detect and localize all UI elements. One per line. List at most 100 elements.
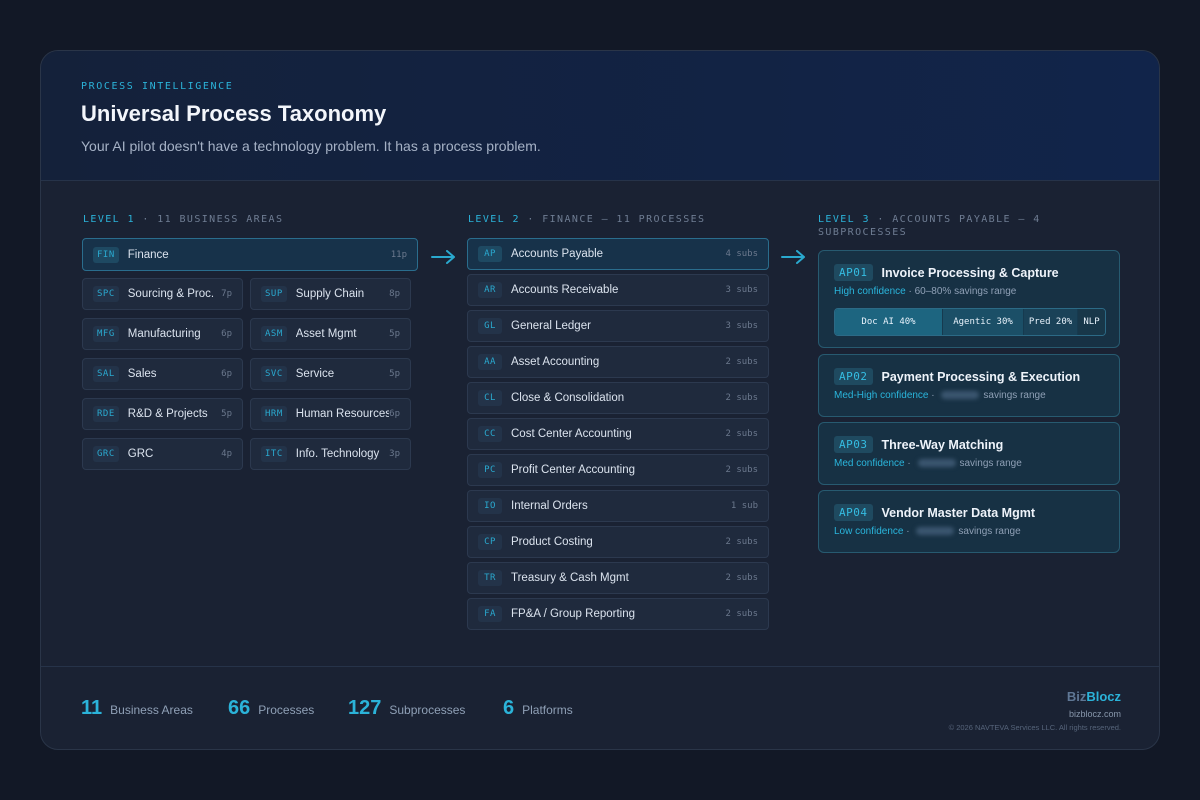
area-code: FIN [93,246,119,263]
level3-heading: LEVEL 3 · ACCOUNTS PAYABLE — 4 SUBPROCESS… [818,214,1041,238]
area-count: 6p [221,329,232,339]
process-label: Accounts Payable [511,248,604,260]
stat-processes: 66 Processes [228,697,315,719]
area-count: 8p [389,289,400,299]
page-title: Universal Process Taxonomy [81,101,387,126]
area-code: SVC [261,366,287,382]
process-label: General Ledger [511,320,591,332]
area-count: 4p [221,449,232,459]
stat-business-areas: 11 Business Areas [81,697,193,719]
process-item[interactable]: IO Internal Orders 1 sub [467,490,769,522]
page-subtitle: Your AI pilot doesn't have a technology … [81,138,541,154]
area-label: R&D & Projects [127,408,208,420]
subprocess-card[interactable]: AP03 Three-Way Matching Med confidence ·… [818,422,1120,485]
process-code: AA [478,354,502,370]
brand-url[interactable]: bizblocz.com [1069,709,1121,719]
process-code: FA [478,606,502,622]
business-area-item[interactable]: SAL Sales 6p [82,358,243,390]
area-label: Info. Technology [295,448,380,460]
process-count: 4 subs [725,249,758,259]
process-code: IO [478,498,502,514]
arrow-right-icon [781,250,805,264]
platform-segment: Doc AI 40% [835,309,943,335]
stat-subprocesses: 127 Subprocesses [348,697,466,719]
process-count: 3 subs [725,285,758,295]
business-area-item[interactable]: HRM Human Resources 6p [250,398,411,430]
confidence-line: Low confidence · savings range [834,526,1021,537]
redacted-range [917,459,956,468]
business-area-item[interactable]: ASM Asset Mgmt 5p [250,318,411,350]
process-item[interactable]: PC Profit Center Accounting 2 subs [467,454,769,486]
process-label: Close & Consolidation [511,392,625,404]
area-code: MFG [93,326,119,342]
area-label: Finance [127,248,169,261]
area-count: 3p [389,449,400,459]
business-area-item[interactable]: GRC GRC 4p [82,438,243,470]
confidence-line: High confidence · 60–80% savings range [834,286,1017,297]
area-count: 7p [221,289,232,299]
process-count: 1 sub [730,501,758,511]
redacted-range [916,527,955,536]
area-label: Human Resources [295,408,390,420]
business-area-item[interactable]: SVC Service 5p [250,358,411,390]
process-count: 2 subs [725,393,758,403]
platform-segment: Agentic 30% [943,309,1024,335]
taxonomy-card: PROCESS INTELLIGENCE Universal Process T… [40,50,1160,750]
process-code: CC [478,426,502,442]
process-item[interactable]: TR Treasury & Cash Mgmt 2 subs [467,562,769,594]
process-count: 2 subs [725,537,758,547]
process-item[interactable]: FA FP&A / Group Reporting 2 subs [467,598,769,630]
copyright: © 2026 NAVTEVA Services LLC. All rights … [948,723,1121,732]
platform-segment: Pred 20% [1024,309,1078,335]
arrow-right-icon [431,250,455,264]
process-item[interactable]: CL Close & Consolidation 2 subs [467,382,769,414]
process-code: PC [478,462,502,478]
process-item[interactable]: AA Asset Accounting 2 subs [467,346,769,378]
process-item[interactable]: CC Cost Center Accounting 2 subs [467,418,769,450]
process-count: 2 subs [725,573,758,583]
process-count: 2 subs [725,429,758,439]
stat-platforms: 6 Platforms [503,697,573,719]
process-item[interactable]: CP Product Costing 2 subs [467,526,769,558]
subprocess-code: AP02 [834,368,873,385]
confidence-line: Med-High confidence · savings range [834,390,1046,401]
process-label: Treasury & Cash Mgmt [511,572,629,584]
area-label: Asset Mgmt [295,328,357,340]
subprocess-name: Invoice Processing & Capture [881,265,1059,280]
process-item[interactable]: AR Accounts Receivable 3 subs [467,274,769,306]
process-label: Cost Center Accounting [511,428,632,440]
area-code: SUP [261,286,287,302]
area-label: GRC [127,448,154,460]
process-code: CL [478,390,502,406]
area-code: ITC [261,446,287,462]
process-item[interactable]: GL General Ledger 3 subs [467,310,769,342]
area-count: 5p [389,329,400,339]
business-area-item[interactable]: SUP Supply Chain 8p [250,278,411,310]
subprocess-card[interactable]: AP01 Invoice Processing & Capture High c… [818,250,1120,348]
process-item-accounts-payable[interactable]: AP Accounts Payable 4 subs [467,238,769,270]
area-label: Supply Chain [295,288,365,300]
business-area-item[interactable]: RDE R&D & Projects 5p [82,398,243,430]
business-area-finance[interactable]: FIN Finance 11p [82,238,418,271]
area-code: SAL [93,366,119,382]
area-label: Sales [127,368,157,380]
area-code: GRC [93,446,119,462]
process-label: Product Costing [511,536,593,548]
business-area-item[interactable]: MFG Manufacturing 6p [82,318,243,350]
header: PROCESS INTELLIGENCE Universal Process T… [41,51,1159,181]
process-count: 2 subs [725,465,758,475]
area-count: 6p [389,409,400,419]
business-area-item[interactable]: ITC Info. Technology 3p [250,438,411,470]
business-area-item[interactable]: SPC Sourcing & Proc. 7p [82,278,243,310]
area-label: Service [295,368,335,380]
process-label: Asset Accounting [511,356,600,368]
process-label: Accounts Receivable [511,284,619,296]
subprocess-name: Three-Way Matching [881,437,1004,452]
subprocess-card[interactable]: AP04 Vendor Master Data Mgmt Low confide… [818,490,1120,553]
subprocess-card[interactable]: AP02 Payment Processing & Execution Med-… [818,354,1120,417]
subprocess-code: AP01 [834,264,873,281]
subprocess-name: Payment Processing & Execution [881,369,1081,384]
process-count: 3 subs [725,321,758,331]
process-code: AR [478,282,502,298]
area-count: 5p [221,409,232,419]
